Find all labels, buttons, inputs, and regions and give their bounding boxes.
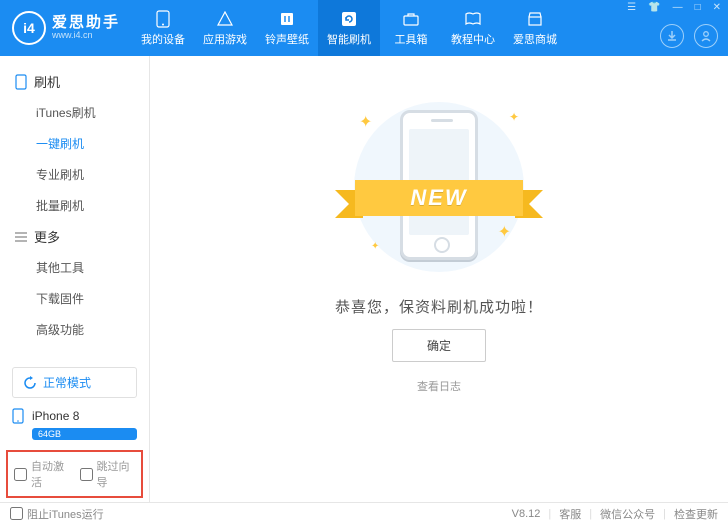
- flash-icon: [340, 10, 358, 28]
- maximize-icon[interactable]: □: [692, 0, 704, 15]
- close-icon[interactable]: ✕: [710, 0, 724, 15]
- tab-device[interactable]: 我的设备: [132, 0, 194, 56]
- app-body: 刷机 iTunes刷机 一键刷机 专业刷机 批量刷机 更多 其他工具 下载固件 …: [0, 56, 728, 502]
- phone-icon: [154, 10, 172, 28]
- brand-title: 爱思助手: [52, 15, 120, 32]
- sidebar-item-download-fw[interactable]: 下载固件: [36, 283, 149, 314]
- main-panel: ✦ ✦ ✦ ✦ NEW 恭喜您，保资料刷机成功啦！ 确定 查看日志: [150, 56, 728, 502]
- sidebar-item-pro[interactable]: 专业刷机: [36, 159, 149, 190]
- sidebar-item-itunes[interactable]: iTunes刷机: [36, 97, 149, 128]
- tab-ringtone-label: 铃声壁纸: [265, 31, 309, 47]
- success-message: 恭喜您，保资料刷机成功啦！: [335, 296, 543, 317]
- auto-activate-checkbox[interactable]: 自动激活: [14, 458, 70, 490]
- tab-mall-label: 爱思商城: [513, 31, 557, 47]
- store-icon: [526, 10, 544, 28]
- sidebar: 刷机 iTunes刷机 一键刷机 专业刷机 批量刷机 更多 其他工具 下载固件 …: [0, 56, 150, 502]
- block-itunes-checkbox[interactable]: 阻止iTunes运行: [10, 506, 104, 522]
- view-log-link[interactable]: 查看日志: [417, 378, 461, 394]
- tab-ringtone[interactable]: 铃声壁纸: [256, 0, 318, 56]
- tshirt-icon[interactable]: 👕: [645, 0, 663, 15]
- tab-apps[interactable]: 应用游戏: [194, 0, 256, 56]
- app-header: i4 爱思助手 www.i4.cn 我的设备 应用游戏 铃声壁纸 智能刷机 工具…: [0, 0, 728, 56]
- skip-guide-label: 跳过向导: [97, 458, 136, 490]
- device-icon: [12, 408, 24, 424]
- mode-label: 正常模式: [43, 374, 91, 391]
- tab-toolbox-label: 工具箱: [395, 31, 428, 47]
- tab-apps-label: 应用游戏: [203, 31, 247, 47]
- tab-flash[interactable]: 智能刷机: [318, 0, 380, 56]
- download-icon: [666, 30, 678, 42]
- tab-tutorial-label: 教程中心: [451, 31, 495, 47]
- download-button[interactable]: [660, 24, 684, 48]
- sidebar-section-flash[interactable]: 刷机: [0, 66, 149, 97]
- app-logo: i4 爱思助手 www.i4.cn: [0, 11, 132, 45]
- device-block[interactable]: iPhone 8 64GB: [0, 402, 149, 450]
- book-icon: [464, 10, 482, 28]
- tab-toolbox[interactable]: 工具箱: [380, 0, 442, 56]
- window-controls: ☰ 👕 — □ ✕: [624, 0, 724, 15]
- tab-device-label: 我的设备: [141, 31, 185, 47]
- brand-subtitle: www.i4.cn: [52, 31, 120, 41]
- options-row: 自动激活 跳过向导: [6, 450, 143, 498]
- success-illustration: ✦ ✦ ✦ ✦ NEW: [319, 92, 559, 282]
- phone-outline-icon: [14, 75, 28, 89]
- device-name: iPhone 8: [32, 409, 79, 423]
- tab-mall[interactable]: 爱思商城: [504, 0, 566, 56]
- minimize-icon[interactable]: —: [670, 0, 686, 15]
- auto-activate-label: 自动激活: [31, 458, 70, 490]
- skip-guide-checkbox[interactable]: 跳过向导: [80, 458, 136, 490]
- support-link[interactable]: 客服: [559, 506, 581, 522]
- sidebar-more-title: 更多: [34, 227, 60, 246]
- mode-button[interactable]: 正常模式: [12, 367, 137, 398]
- tab-tutorial[interactable]: 教程中心: [442, 0, 504, 56]
- refresh-icon: [23, 376, 37, 390]
- sidebar-item-advanced[interactable]: 高级功能: [36, 314, 149, 345]
- sidebar-item-batch[interactable]: 批量刷机: [36, 190, 149, 221]
- logo-icon: i4: [12, 11, 46, 45]
- wechat-link[interactable]: 微信公众号: [600, 506, 655, 522]
- main-tabs: 我的设备 应用游戏 铃声壁纸 智能刷机 工具箱 教程中心 爱思商城: [132, 0, 566, 56]
- list-icon: [14, 230, 28, 244]
- tab-flash-label: 智能刷机: [327, 31, 371, 47]
- block-itunes-label: 阻止iTunes运行: [27, 506, 104, 522]
- toolbox-icon: [402, 10, 420, 28]
- header-actions: [660, 24, 718, 48]
- check-update-link[interactable]: 检查更新: [674, 506, 718, 522]
- user-icon: [700, 30, 712, 42]
- ribbon-text: NEW: [355, 180, 523, 216]
- confirm-button[interactable]: 确定: [392, 329, 486, 362]
- sidebar-flash-title: 刷机: [34, 72, 60, 91]
- sidebar-item-other-tools[interactable]: 其他工具: [36, 252, 149, 283]
- user-button[interactable]: [694, 24, 718, 48]
- sidebar-item-oneclick[interactable]: 一键刷机: [36, 128, 149, 159]
- version-label: V8.12: [512, 508, 541, 520]
- device-capacity-badge: 64GB: [32, 428, 137, 440]
- apps-icon: [216, 10, 234, 28]
- ringtone-icon: [278, 10, 296, 28]
- menu-icon[interactable]: ☰: [624, 0, 639, 15]
- sidebar-section-more[interactable]: 更多: [0, 221, 149, 252]
- status-bar: 阻止iTunes运行 V8.12 | 客服 | 微信公众号 | 检查更新: [0, 502, 728, 524]
